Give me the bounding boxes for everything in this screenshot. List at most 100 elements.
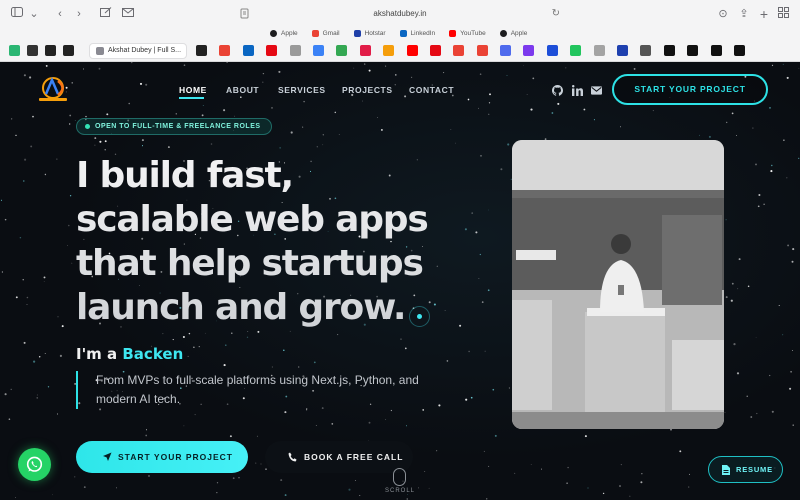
tab-favicon[interactable]	[476, 45, 488, 56]
tab-favicon[interactable]	[312, 45, 324, 56]
resume-button[interactable]: RESUME	[708, 456, 783, 483]
pinned-tab[interactable]	[45, 45, 56, 56]
star	[424, 471, 426, 473]
star	[141, 145, 144, 147]
pinned-tab[interactable]	[9, 45, 20, 56]
tab-favicon[interactable]	[640, 45, 652, 56]
star	[755, 337, 757, 338]
star	[104, 149, 106, 151]
tab-favicon[interactable]	[359, 45, 371, 56]
bookmark-apple[interactable]: Apple	[270, 27, 298, 40]
tab-favicon[interactable]	[406, 45, 418, 56]
tab-favicon[interactable]	[266, 45, 278, 56]
whatsapp-chat-button[interactable]	[18, 448, 51, 481]
star	[188, 332, 191, 335]
star	[731, 112, 734, 115]
tab-favicon[interactable]	[219, 45, 231, 56]
star	[10, 388, 12, 391]
tab-favicon[interactable]	[500, 45, 512, 56]
document-icon	[722, 465, 730, 475]
tab-favicon[interactable]	[570, 45, 582, 56]
star	[24, 158, 27, 161]
page-icon	[240, 8, 249, 19]
star	[32, 115, 34, 118]
tab-favicon[interactable]	[663, 45, 675, 56]
chevron-down-icon[interactable]: ⌄	[27, 7, 41, 21]
orbit-decoration	[409, 306, 430, 327]
linkedin-icon[interactable]	[572, 85, 583, 96]
forward-arrow-icon[interactable]: ›	[72, 7, 86, 21]
browser-toolbar: ⌄ ‹ › akshatdubey.in ↻ ⊙ ⇪ +	[0, 0, 800, 28]
star	[487, 209, 489, 211]
nav-services[interactable]: SERVICES	[278, 85, 326, 95]
tab-active[interactable]: Akshat Dubey | Full S...	[89, 43, 187, 59]
bookmark-youtube[interactable]: YouTube	[449, 27, 486, 40]
star	[792, 424, 794, 426]
tab-favicon[interactable]	[710, 45, 722, 56]
star	[782, 334, 784, 336]
tab-favicon[interactable]	[733, 45, 745, 56]
edit-icon[interactable]	[99, 7, 113, 21]
star	[481, 301, 484, 303]
tab-favicon[interactable]	[453, 45, 465, 56]
nav-contact[interactable]: CONTACT	[409, 85, 454, 95]
star	[145, 83, 148, 86]
pinned-tab[interactable]	[63, 45, 74, 56]
mail-icon[interactable]	[121, 7, 135, 21]
star	[167, 146, 170, 149]
tab-favicon[interactable]	[593, 45, 605, 56]
star	[52, 494, 53, 496]
star	[183, 64, 186, 67]
start-project-nav-button[interactable]: START YOUR PROJECT	[612, 74, 768, 105]
start-project-button[interactable]: START YOUR PROJECT	[76, 441, 248, 473]
star	[530, 464, 532, 465]
star	[45, 64, 48, 67]
reload-icon[interactable]: ↻	[552, 6, 560, 22]
tab-favicon[interactable]	[429, 45, 441, 56]
nav-projects[interactable]: PROJECTS	[342, 85, 393, 95]
star	[478, 107, 479, 109]
share-icon[interactable]: ⇪	[737, 7, 751, 21]
star	[187, 355, 189, 357]
address-bar[interactable]: akshatdubey.in ↻	[240, 6, 560, 22]
tab-overview-icon[interactable]	[776, 7, 790, 21]
star	[770, 170, 773, 173]
site-logo[interactable]	[36, 76, 74, 104]
github-icon[interactable]	[552, 85, 563, 96]
star	[506, 75, 508, 76]
bookmark-linkedin[interactable]: LinkedIn	[399, 27, 435, 40]
star	[353, 67, 355, 69]
tab-favicon[interactable]	[242, 45, 254, 56]
tab-favicon[interactable]	[196, 45, 207, 56]
star	[465, 398, 468, 401]
mail-icon[interactable]	[591, 85, 602, 96]
tab-favicon[interactable]	[617, 45, 629, 56]
tab-favicon[interactable]	[383, 45, 395, 56]
phone-icon	[288, 452, 297, 462]
bookmark-apple-2[interactable]: Apple	[499, 27, 527, 40]
tab-favicon[interactable]	[523, 45, 535, 56]
download-icon[interactable]: ⊙	[716, 7, 730, 21]
star	[394, 84, 396, 86]
star	[583, 108, 586, 111]
tab-favicon[interactable]	[289, 45, 301, 56]
star	[724, 412, 726, 414]
star	[756, 412, 758, 415]
bookmark-gmail[interactable]: Gmail	[311, 27, 340, 40]
tab-strip: Akshat Dubey | Full S...	[0, 42, 800, 60]
star	[467, 98, 470, 101]
star	[11, 118, 13, 120]
new-tab-icon[interactable]: +	[757, 7, 771, 21]
nav-about[interactable]: ABOUT	[226, 85, 259, 95]
sidebar-toggle-icon[interactable]	[10, 7, 24, 21]
tab-favicon[interactable]	[546, 45, 558, 56]
star	[438, 404, 441, 407]
pinned-tab[interactable]	[27, 45, 38, 56]
tab-favicon[interactable]	[336, 45, 348, 56]
nav-home[interactable]: HOME	[179, 85, 207, 99]
back-arrow-icon[interactable]: ‹	[53, 7, 67, 21]
scroll-indicator[interactable]: SCROLL	[384, 466, 416, 500]
tab-favicon[interactable]	[687, 45, 699, 56]
bookmark-hotstar[interactable]: Hotstar	[353, 27, 386, 40]
star	[390, 409, 393, 412]
